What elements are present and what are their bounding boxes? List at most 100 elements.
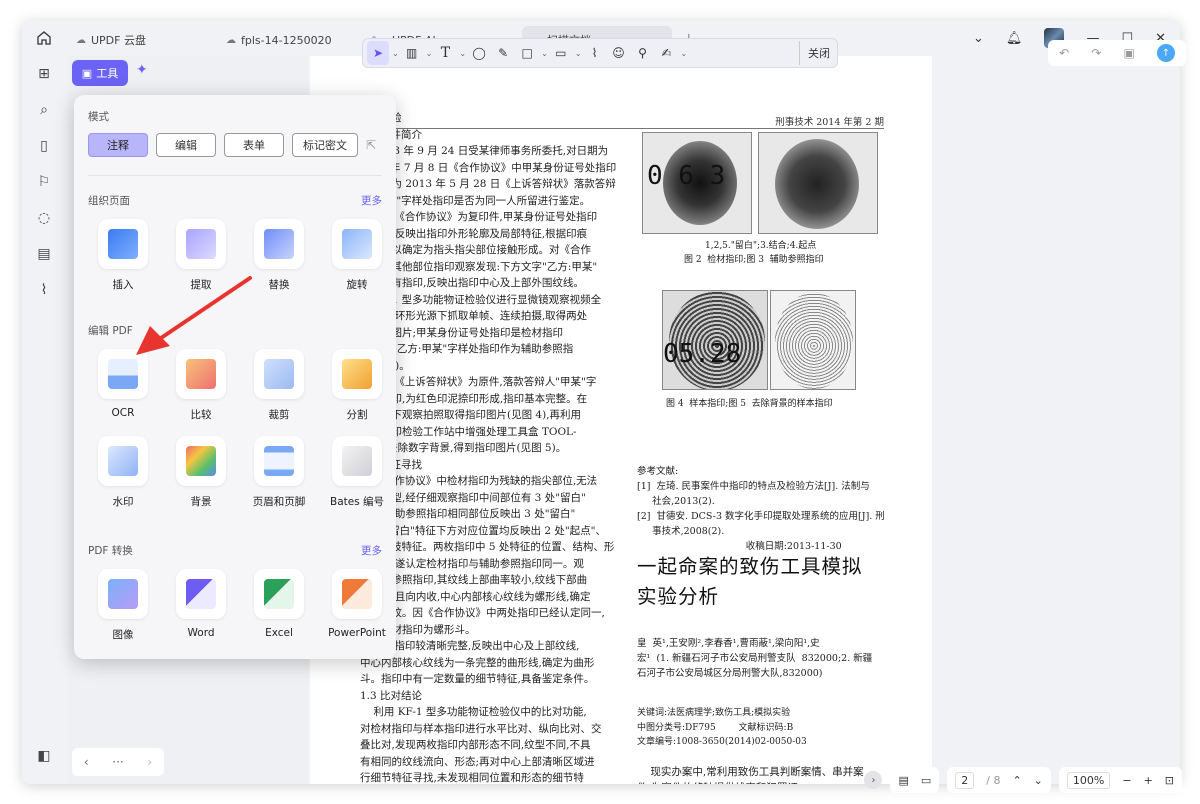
powerpoint-icon: [342, 579, 372, 609]
ocr-icon: [108, 359, 138, 389]
attach-tool[interactable]: ⌇: [584, 41, 606, 65]
figure-caption-2-3: 图 2 检材指印;图 3 辅助参照指印: [684, 255, 824, 265]
tool-background[interactable]: 背景: [166, 436, 236, 509]
image-icon: [108, 579, 138, 609]
save-icon[interactable]: ▣: [1123, 46, 1134, 60]
highlight-tool[interactable]: ✎: [492, 41, 514, 65]
page-number-input[interactable]: 2: [955, 771, 975, 789]
home-icon: [37, 31, 51, 45]
ai-sparkle-icon[interactable]: ✦: [136, 62, 148, 78]
tool-header-footer[interactable]: 页眉和页脚: [244, 436, 314, 509]
tool-extract[interactable]: 提取: [166, 219, 236, 292]
divider: [88, 175, 382, 176]
zoom-out-icon[interactable]: −: [1122, 774, 1131, 787]
word-icon: [186, 579, 216, 609]
form-icon[interactable]: ▤: [22, 236, 66, 272]
chevron-down-icon[interactable]: ⌄: [575, 49, 582, 58]
convert-more-link[interactable]: 更多: [361, 543, 382, 558]
rotate-icon: [342, 229, 372, 259]
search-icon[interactable]: ⌕: [22, 92, 66, 128]
undo-icon[interactable]: ↶: [1059, 46, 1069, 60]
upload-icon[interactable]: ↑: [1156, 44, 1175, 62]
tool-replace[interactable]: 替换: [244, 219, 314, 292]
document-area[interactable]: 刑事技术 2014 年第 2 期 1 例检验 1.1 案件简介 2013 年 9…: [310, 56, 932, 784]
comment-tool[interactable]: ◯: [468, 41, 490, 65]
annotation-toolbar: ➤ ⌄ ▥ ⌄ T ⌄ ◯ ✎ □ ⌄ ▭ ⌄ ⌇ ☺ ⚲ ✍ ⌄ 关闭: [362, 38, 838, 68]
split-icon: [342, 359, 372, 389]
select-tool[interactable]: ➤: [367, 41, 389, 65]
layers-icon[interactable]: ◧: [22, 738, 66, 774]
chevron-down-icon[interactable]: ⌄: [392, 49, 399, 58]
tool-insert[interactable]: 插入: [88, 219, 158, 292]
mode-annotate-button[interactable]: 注释: [88, 133, 148, 157]
tool-ocr[interactable]: OCR: [88, 349, 158, 422]
tools-button[interactable]: ▣ 工具: [72, 60, 128, 86]
right-pane: [932, 56, 1180, 784]
tool-crop[interactable]: 裁剪: [244, 349, 314, 422]
chevron-left-icon[interactable]: ‹: [84, 755, 89, 769]
cursor-icon: ➤: [372, 46, 384, 60]
tab-file[interactable]: ☁ fpls-14-1250020: [216, 26, 366, 54]
page-up-icon[interactable]: ⌃: [1012, 774, 1021, 787]
attachment-icon[interactable]: ⌇: [22, 272, 66, 308]
chevron-down-icon[interactable]: ⌄: [973, 31, 984, 46]
authors: 皇 英¹,王安刚²,李春香¹,曹雨蔽¹,梁向阳¹,史 宏¹ (1. 新疆石河子市…: [637, 638, 873, 679]
sticker-tool[interactable]: ☺: [608, 41, 630, 65]
tool-split[interactable]: 分割: [322, 349, 392, 422]
chevron-right-icon[interactable]: ›: [147, 755, 152, 769]
tool-compare[interactable]: 比较: [166, 349, 236, 422]
comment-icon[interactable]: ◌: [22, 200, 66, 236]
mode-edit-button[interactable]: 编辑: [156, 133, 216, 157]
text-tool[interactable]: T: [434, 41, 456, 65]
home-button[interactable]: [22, 20, 66, 56]
convert-image[interactable]: 图像: [88, 569, 158, 642]
shape-tool[interactable]: □: [516, 41, 538, 65]
mode-heading: 模式: [88, 111, 109, 123]
pdf-page[interactable]: 刑事技术 2014 年第 2 期 1 例检验 1.1 案件简介 2013 年 9…: [310, 56, 932, 784]
present-icon[interactable]: ▭: [921, 774, 931, 787]
organize-more-link[interactable]: 更多: [361, 193, 382, 208]
references: 参考文献: [1] 左琦. 民事案件中指印的特点及检验方法[J]. 法制与 社会…: [637, 466, 885, 552]
bates-icon: [342, 446, 372, 476]
convert-word[interactable]: Word: [166, 569, 236, 642]
textbox-icon: ▥: [406, 46, 418, 60]
thumbnails-icon[interactable]: ⊞: [22, 56, 66, 92]
measure-tool[interactable]: ▭: [550, 41, 572, 65]
page-layout-icon[interactable]: ▤: [898, 774, 908, 787]
chevron-down-icon[interactable]: ⌄: [681, 49, 688, 58]
signature-tool[interactable]: ✍: [656, 41, 678, 65]
tool-watermark[interactable]: 水印: [88, 436, 158, 509]
convert-heading: PDF 转换: [88, 545, 133, 557]
zoom-in-icon[interactable]: +: [1144, 774, 1153, 787]
external-link-icon[interactable]: ⇱: [366, 138, 376, 152]
chevron-down-icon[interactable]: ⌄: [541, 49, 548, 58]
tool-rotate[interactable]: 旋转: [322, 219, 392, 292]
fit-page-icon[interactable]: ⊡: [1165, 774, 1174, 787]
stamp-tool[interactable]: ⚲: [632, 41, 654, 65]
rectangle-icon: □: [521, 46, 533, 60]
bookmark-icon[interactable]: ⚐: [22, 164, 66, 200]
page-total: / 8: [986, 773, 1001, 787]
convert-excel[interactable]: Excel: [244, 569, 314, 642]
mode-form-button[interactable]: 表单: [224, 133, 284, 157]
chevron-down-icon[interactable]: ⌄: [426, 49, 433, 58]
insert-icon: [108, 229, 138, 259]
tab-cloud[interactable]: ☁ UPDF 云盘: [66, 26, 216, 54]
page-down-icon[interactable]: ⌄: [1034, 774, 1043, 787]
redo-icon[interactable]: ↷: [1091, 46, 1101, 60]
chevron-right-icon[interactable]: ›: [864, 771, 883, 789]
convert-powerpoint[interactable]: PowerPoint: [322, 569, 392, 642]
page-icon[interactable]: ▯: [22, 128, 66, 164]
mode-redact-button[interactable]: 标记密文: [292, 133, 358, 157]
tool-bates[interactable]: Bates 编号: [322, 436, 392, 509]
zoom-level[interactable]: 100%: [1066, 771, 1111, 789]
sticker-icon: ☺: [612, 46, 625, 60]
pen-icon: ✎: [498, 46, 509, 60]
chevron-down-icon[interactable]: ⌄: [459, 49, 466, 58]
figure-3: [758, 132, 878, 234]
more-icon[interactable]: ···: [112, 755, 123, 769]
close-toolbar-button[interactable]: 关闭: [799, 41, 833, 65]
running-head: 刑事技术 2014 年第 2 期: [775, 117, 884, 128]
bell-icon[interactable]: 🔔︎: [1006, 31, 1023, 46]
textbox-tool[interactable]: ▥: [401, 41, 423, 65]
